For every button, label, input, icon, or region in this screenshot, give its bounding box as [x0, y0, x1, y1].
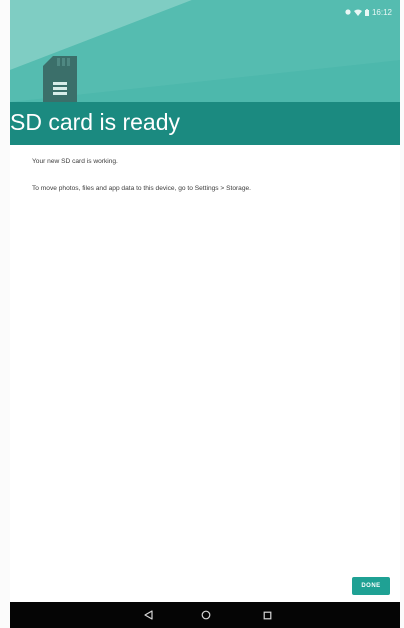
notification-dot-icon: [345, 9, 351, 15]
status-time: 16:12: [371, 7, 392, 17]
battery-icon: [364, 8, 369, 16]
recents-icon: [263, 611, 271, 619]
page-title: SD card is ready: [10, 109, 181, 135]
wifi-icon: [353, 9, 362, 16]
status-message: Your new SD card is working.: [32, 158, 118, 165]
setup-screen: 16:12 SD card is ready Your new SD card …: [0, 0, 404, 628]
navigation-bar: [10, 602, 400, 628]
header: 16:12 SD card is ready: [10, 0, 400, 145]
content-area: Your new SD card is working. To move pho…: [10, 145, 400, 602]
sd-card-icon: [43, 56, 77, 102]
back-icon: [143, 610, 153, 620]
nav-recents-button[interactable]: [260, 608, 274, 622]
nav-home-button[interactable]: [199, 608, 213, 622]
instruction-message: To move photos, files and app data to th…: [32, 185, 252, 192]
home-icon: [201, 610, 211, 620]
nav-back-button[interactable]: [141, 608, 155, 622]
done-button[interactable]: DONE: [352, 577, 390, 595]
status-bar: 16:12: [345, 5, 392, 19]
